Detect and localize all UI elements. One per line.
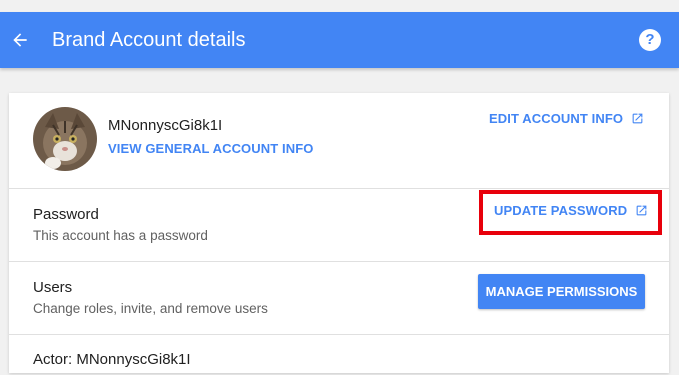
- password-subtitle: This account has a password: [33, 228, 208, 243]
- open-in-new-icon: [632, 113, 643, 124]
- password-title: Password: [33, 206, 99, 223]
- account-card: MNonnyscGi8k1I VIEW GENERAL ACCOUNT INFO…: [9, 93, 669, 373]
- actor-row: Actor: MNonnyscGi8k1I: [9, 335, 669, 375]
- avatar: [33, 107, 97, 171]
- account-name: MNonnyscGi8k1I: [108, 117, 223, 134]
- edit-account-info-label: EDIT ACCOUNT INFO: [489, 111, 624, 126]
- account-row: MNonnyscGi8k1I VIEW GENERAL ACCOUNT INFO…: [9, 93, 669, 189]
- users-subtitle: Change roles, invite, and remove users: [33, 301, 268, 316]
- page-title: Brand Account details: [52, 29, 246, 51]
- help-icon[interactable]: ?: [639, 29, 661, 51]
- view-general-account-info-link[interactable]: VIEW GENERAL ACCOUNT INFO: [108, 141, 313, 156]
- update-password-link[interactable]: UPDATE PASSWORD: [494, 203, 648, 218]
- actor-title: Actor: MNonnyscGi8k1I: [33, 351, 191, 368]
- back-button[interactable]: [9, 29, 31, 51]
- update-password-label: UPDATE PASSWORD: [494, 203, 628, 218]
- manage-permissions-button[interactable]: MANAGE PERMISSIONS: [478, 274, 645, 309]
- password-row: Password This account has a password UPD…: [9, 189, 669, 262]
- edit-account-info-link[interactable]: EDIT ACCOUNT INFO: [489, 111, 644, 126]
- users-title: Users: [33, 279, 73, 296]
- open-in-new-icon: [636, 205, 647, 216]
- arrow-back-icon: [13, 33, 27, 47]
- users-row: Users Change roles, invite, and remove u…: [9, 262, 669, 335]
- app-header: Brand Account details ?: [0, 12, 679, 68]
